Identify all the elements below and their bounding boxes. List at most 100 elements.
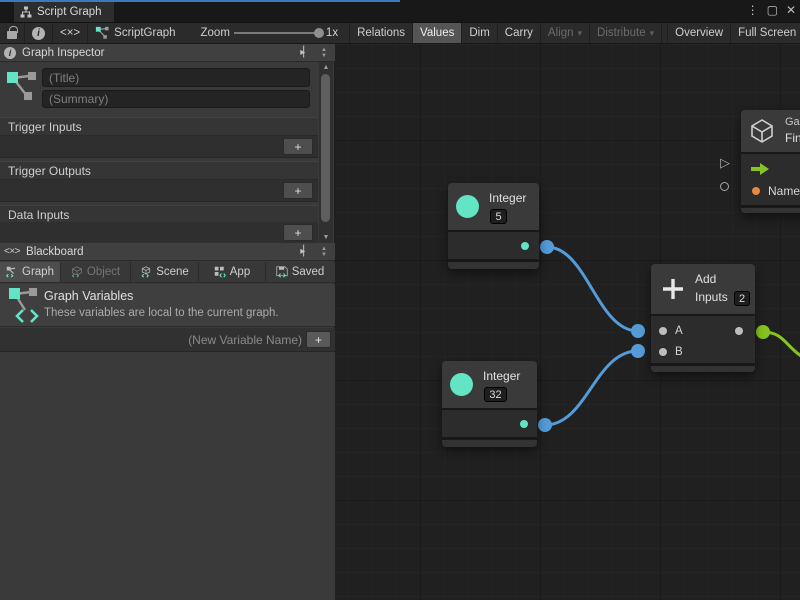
trigger-input-row xyxy=(741,158,800,179)
graph-breadcrumb[interactable]: ScriptGraph xyxy=(88,23,182,43)
node-integer-32[interactable]: Integer xyxy=(442,361,537,447)
tab-graph[interactable]: Graph xyxy=(0,262,61,282)
tab-saved[interactable]: Saved xyxy=(266,262,334,282)
tab-title: Script Graph xyxy=(37,6,102,18)
integer-value-input[interactable] xyxy=(490,209,507,224)
node-title: Add xyxy=(695,272,716,286)
inspect-button[interactable]: i xyxy=(25,23,53,43)
code-icon: <×> xyxy=(60,27,80,39)
add-data-input-button[interactable]: + xyxy=(283,224,313,241)
node-integer-5[interactable]: Integer xyxy=(448,183,539,269)
input-port-a[interactable] xyxy=(659,327,667,335)
graph-summary-input[interactable] xyxy=(42,90,310,108)
wire-endpoint[interactable] xyxy=(540,240,554,254)
scroll-up-icon[interactable]: ▲ xyxy=(319,64,333,71)
sidebar: i Graph Inspector ▸▏ ▲ ▼ Trigger Inputs … xyxy=(0,44,335,600)
values-label: Values xyxy=(420,27,454,39)
titlebar: Script Graph ⋮ ▢ ✕ xyxy=(0,0,800,22)
node-add[interactable]: Add Inputs A B xyxy=(651,264,755,372)
distribute-dropdown[interactable]: Distribute ▾ xyxy=(590,23,662,43)
graph-variables-title: Graph Variables xyxy=(44,289,133,303)
zoom-value: 1x xyxy=(326,27,338,39)
output-port[interactable] xyxy=(520,420,528,428)
section-label: Trigger Inputs xyxy=(8,120,82,134)
wire-endpoint[interactable] xyxy=(631,344,645,358)
header-scroll-arrows[interactable]: ▲ ▼ xyxy=(317,47,331,59)
tab-app[interactable]: App xyxy=(199,262,266,282)
align-dropdown[interactable]: Align ▾ xyxy=(541,23,590,43)
gameobject-cube-icon xyxy=(749,118,775,144)
graph-canvas[interactable]: Integer Integer xyxy=(335,44,800,600)
dock-icon[interactable]: ▸▏ xyxy=(298,246,311,257)
graph-variables-description: These variables are local to the current… xyxy=(44,307,279,319)
app-tab-icon xyxy=(214,266,226,278)
node-gameobject-find[interactable]: Game Object Find Name xyxy=(741,110,800,213)
graph-inspector-header[interactable]: i Graph Inspector ▸▏ ▲ ▼ xyxy=(0,44,335,62)
relations-toggle[interactable]: Relations xyxy=(349,23,413,43)
port-label: A xyxy=(675,325,683,337)
input-port-b[interactable] xyxy=(659,348,667,356)
new-variable-input[interactable] xyxy=(8,330,302,349)
script-graph-tab-icon xyxy=(20,6,32,18)
inspector-scrollbar[interactable]: ▲ ▼ xyxy=(319,62,333,243)
dim-label: Dim xyxy=(469,27,489,39)
close-icon[interactable]: ✕ xyxy=(786,3,796,17)
info-icon: i xyxy=(4,47,16,59)
scroll-down-icon[interactable]: ▼ xyxy=(319,234,333,241)
integer-value-input[interactable] xyxy=(484,387,507,402)
overview-button[interactable]: Overview xyxy=(667,23,731,43)
input-port-name[interactable] xyxy=(752,187,760,195)
scrollbar-thumb[interactable] xyxy=(321,74,330,222)
wire-endpoint[interactable] xyxy=(756,325,770,339)
fullscreen-button[interactable]: Full Screen xyxy=(731,23,800,43)
carry-toggle[interactable]: Carry xyxy=(498,23,541,43)
dock-icon[interactable]: ▸▏ xyxy=(298,47,311,58)
wire-endpoint[interactable] xyxy=(538,418,552,432)
tab-object[interactable]: Object xyxy=(61,262,131,282)
header-scroll-arrows[interactable]: ▲ ▼ xyxy=(317,246,331,258)
object-tab-icon xyxy=(71,266,83,278)
node-footer xyxy=(442,437,537,447)
section-label: Trigger Outputs xyxy=(8,164,91,178)
blackboard-tabs: Graph Object Scene xyxy=(0,262,335,283)
zoom-slider-handle[interactable] xyxy=(314,28,324,38)
distribute-label: Distribute xyxy=(597,27,646,39)
data-port-outline-icon[interactable] xyxy=(720,182,729,191)
trigger-inputs-list: + xyxy=(0,136,318,158)
inputs-count-input[interactable] xyxy=(734,291,750,306)
trigger-port-outline-icon[interactable]: ▷ xyxy=(720,156,730,169)
port-label: Name xyxy=(768,184,800,198)
graph-icon xyxy=(95,26,109,40)
graph-inspector-icon xyxy=(5,70,37,110)
zoom-control: Zoom 1x xyxy=(183,23,346,43)
add-trigger-input-button[interactable]: + xyxy=(283,138,313,155)
scroll-down-icon: ▼ xyxy=(321,53,327,59)
blackboard-header[interactable]: <×> Blackboard ▸▏ ▲ ▼ xyxy=(0,243,335,261)
align-label: Align xyxy=(548,27,574,39)
add-variable-button[interactable]: + xyxy=(306,331,331,348)
zoom-slider[interactable] xyxy=(234,32,322,34)
add-trigger-output-button[interactable]: + xyxy=(283,182,313,199)
tab-label: Scene xyxy=(156,266,189,278)
tab-script-graph[interactable]: Script Graph xyxy=(14,2,114,22)
window-menu-icon[interactable]: ⋮ xyxy=(747,3,759,17)
code-view-button[interactable]: <×> xyxy=(53,23,88,43)
chevron-down-icon: ▾ xyxy=(578,28,583,39)
tab-scene[interactable]: Scene xyxy=(131,262,199,282)
dim-toggle[interactable]: Dim xyxy=(462,23,497,43)
window-controls: ⋮ ▢ ✕ xyxy=(747,3,796,17)
lock-icon xyxy=(7,31,17,39)
node-footer xyxy=(651,363,755,372)
wire-endpoint[interactable] xyxy=(631,324,645,338)
node-footer xyxy=(741,205,800,213)
wire-int2-to-add-b xyxy=(545,351,638,425)
lock-button[interactable] xyxy=(0,23,25,43)
graph-name-label: ScriptGraph xyxy=(114,27,175,39)
output-port[interactable] xyxy=(735,327,743,335)
values-toggle[interactable]: Values xyxy=(413,23,462,43)
trigger-arrow-icon[interactable] xyxy=(751,163,769,175)
output-port[interactable] xyxy=(521,242,529,250)
graph-title-input[interactable] xyxy=(42,68,310,87)
node-footer xyxy=(448,259,539,269)
maximize-icon[interactable]: ▢ xyxy=(767,3,778,17)
